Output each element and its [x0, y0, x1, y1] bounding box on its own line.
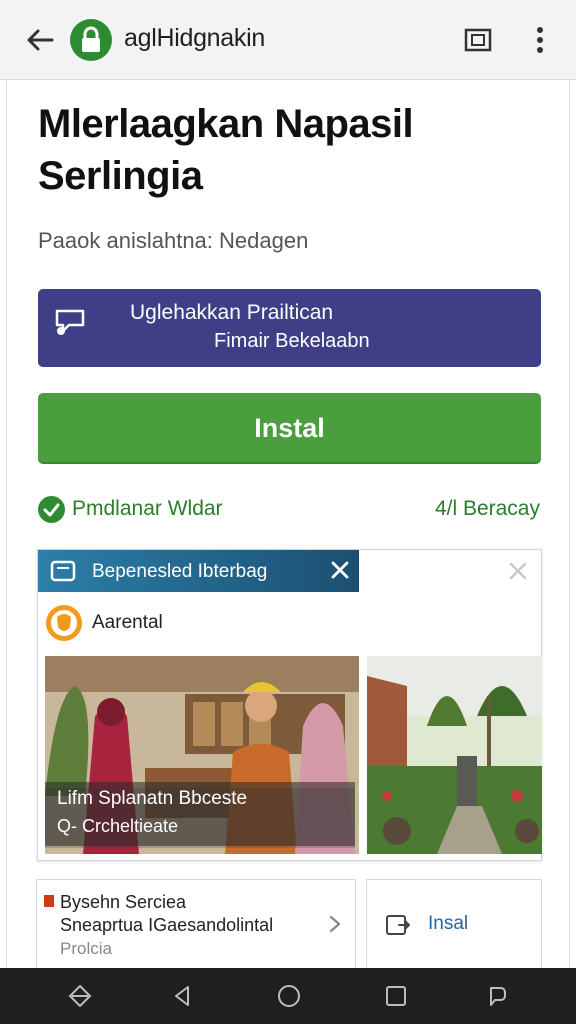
instal-link[interactable]: Insal — [428, 913, 468, 935]
photo-garden-image — [367, 656, 542, 854]
ad-tab-header[interactable]: Bepenesled Ibterbag — [38, 550, 359, 592]
info-title: Bysehn Serciea — [60, 892, 187, 912]
ad-photo-main[interactable]: Lifm Splanatn Bbceste Q- Crcheltieate — [45, 656, 359, 854]
chat-bubble-icon — [55, 309, 85, 335]
site-security-badge[interactable] — [70, 19, 112, 61]
page-subtitle: Paaok anislahtna: Nedagen — [38, 228, 309, 253]
instal-card[interactable]: Insal — [366, 879, 542, 968]
assistant-icon[interactable] — [483, 982, 511, 1010]
ad-card[interactable]: Bepenesled Ibterbag Aarental Lifm Splana… — [37, 549, 542, 861]
info-description: Sneaprtua IGaesandolintal — [60, 915, 274, 935]
open-external-icon — [386, 915, 410, 935]
promo-subline: Fimair Bekelaabn — [214, 330, 370, 352]
promo-banner[interactable]: Uglehakkan Prailtican Fimair Bekelaabn — [38, 289, 541, 367]
verified-label: Pmdlanar Wldar — [72, 497, 223, 520]
back-triangle-icon[interactable] — [168, 982, 196, 1010]
info-marker — [44, 895, 54, 907]
ad-tab-label: Bepenesled Ibterbag — [92, 561, 268, 582]
promo-headline: Uglehakkan Prailtican — [130, 301, 334, 324]
ad-photo-secondary[interactable] — [367, 656, 542, 854]
page-title: Mlerlaagkan Napasil Serlingia — [38, 102, 414, 198]
close-icon[interactable] — [328, 558, 352, 582]
tab-switcher-icon — [464, 28, 492, 52]
overflow-menu-button[interactable] — [526, 22, 554, 58]
diamond-nav-icon[interactable] — [66, 982, 94, 1010]
system-nav-bar — [0, 968, 576, 1024]
advertiser-name: Aarental — [92, 612, 163, 633]
arrow-left-icon — [27, 29, 54, 51]
browser-toolbar: aglHidgnakin — [0, 0, 576, 80]
back-button[interactable] — [22, 22, 58, 58]
info-footer: Prolcia — [60, 939, 112, 958]
ad-caption-line1: Lifm Splanatn Bbceste — [57, 788, 248, 809]
more-vert-icon — [537, 27, 543, 53]
home-circle-icon[interactable] — [275, 982, 303, 1010]
recents-square-icon[interactable] — [382, 982, 410, 1010]
ad-caption: Lifm Splanatn Bbceste Q- Crcheltieate — [45, 782, 355, 846]
brand-logo-icon — [46, 605, 82, 641]
window-icon — [50, 560, 76, 582]
install-button[interactable]: Instal — [38, 393, 541, 464]
ad-caption-line2: Q- Crcheltieate — [57, 816, 179, 836]
chevron-right-icon[interactable] — [327, 914, 343, 934]
info-card[interactable]: Bysehn Serciea Sneaprtua IGaesandolintal… — [36, 879, 356, 968]
close-icon[interactable] — [507, 560, 529, 582]
lock-icon — [82, 26, 100, 52]
tab-switcher-button[interactable] — [460, 22, 496, 58]
check-circle-icon — [38, 496, 65, 523]
rating-text: 4/l Beracay — [434, 497, 540, 520]
url-text[interactable]: aglHidgnakin — [124, 24, 265, 53]
